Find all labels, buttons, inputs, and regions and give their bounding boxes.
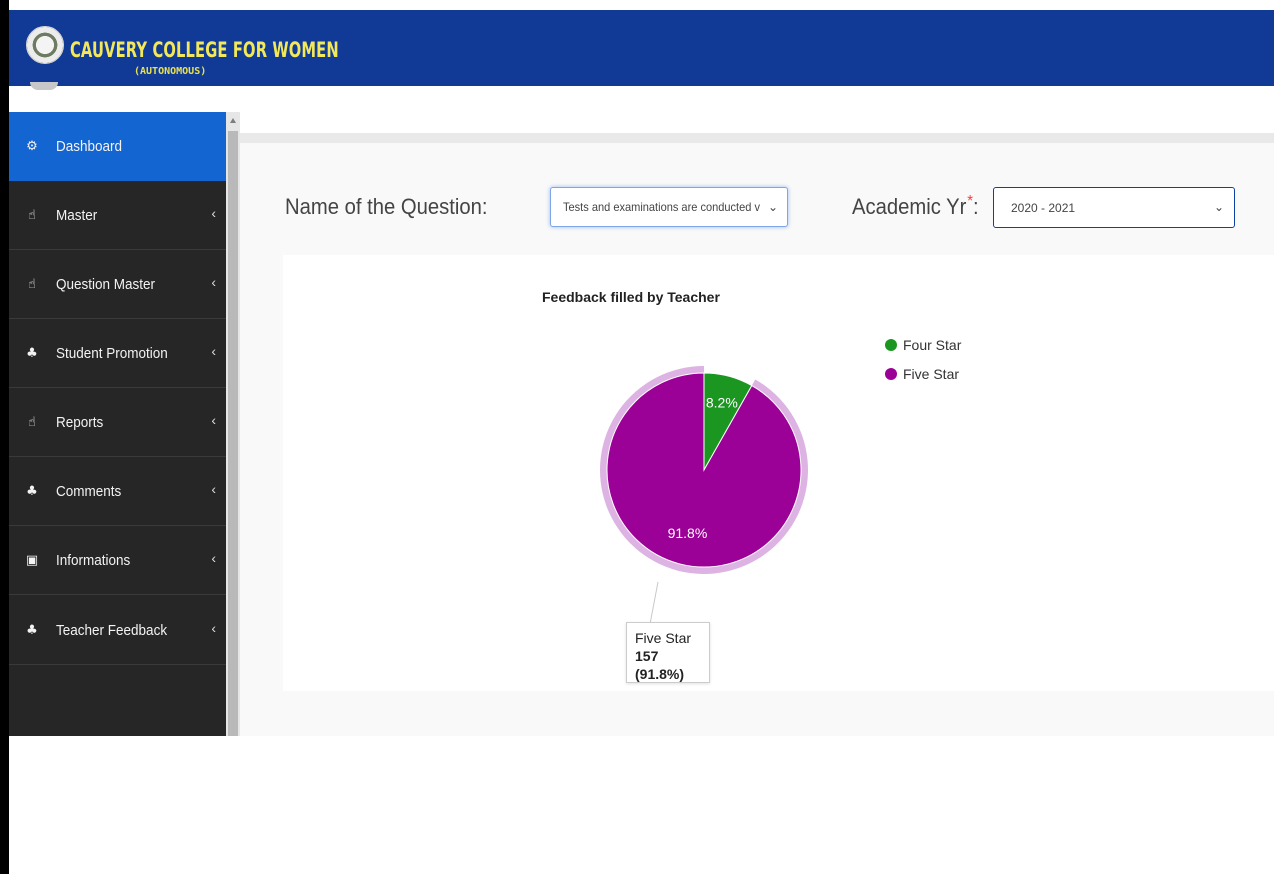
- sidebar-scroll-thumb[interactable]: [228, 131, 238, 736]
- legend-item-five-star[interactable]: Five Star: [885, 365, 959, 383]
- academic-year-value: 2020 - 2021: [1011, 200, 1076, 215]
- legend-swatch-four-star: [885, 339, 897, 351]
- question-label: Name of the Question:: [285, 194, 488, 219]
- college-name: CAUVERY COLLEGE FOR WOMEN: [70, 38, 339, 62]
- legend-label: Four Star: [903, 337, 962, 353]
- sidebar-item-label: Master: [56, 206, 98, 224]
- legend-item-four-star[interactable]: Four Star: [885, 336, 961, 354]
- tooltip-value: 157 (91.8%): [635, 647, 685, 682]
- sidebar-item-label: Teacher Feedback: [56, 621, 168, 639]
- chevron-down-icon: ⌄: [767, 200, 778, 214]
- chart-card: [283, 255, 1274, 691]
- question-select[interactable]: Tests and examinations are conducted v ⌄: [550, 187, 788, 227]
- legend-swatch-five-star: [885, 368, 897, 380]
- chevron-left-icon: ‹: [211, 550, 216, 566]
- chart-tooltip: Five Star 157 (91.8%): [626, 622, 710, 683]
- chevron-left-icon: ‹: [211, 412, 216, 428]
- sidebar-item-informations[interactable]: ▣ Informations ‹: [9, 526, 226, 595]
- left-frame-edge: [0, 0, 9, 874]
- sitemap-icon: ♣: [26, 345, 38, 361]
- chevron-left-icon: ‹: [211, 481, 216, 497]
- sidebar-item-label: Reports: [56, 413, 104, 431]
- college-subtitle: (AUTONOMOUS): [134, 66, 207, 77]
- sidebar-item-master[interactable]: ☝ Master ‹: [9, 181, 226, 250]
- academic-year-label: Academic Yr*:: [852, 193, 979, 220]
- required-marker: *: [967, 193, 974, 210]
- page-bottom-blank: [9, 736, 1274, 874]
- content-divider: [240, 133, 1274, 143]
- chevron-down-icon: ⌄: [1213, 200, 1224, 214]
- chart-title: Feedback filled by Teacher: [542, 289, 720, 305]
- hand-icon: ☝: [28, 207, 36, 223]
- sidebar-item-comments[interactable]: ♣ Comments ‹: [9, 457, 226, 526]
- archive-icon: ▣: [25, 552, 39, 568]
- tooltip-series-name: Five Star: [635, 630, 692, 646]
- chevron-left-icon: ‹: [211, 343, 216, 359]
- chevron-left-icon: ‹: [211, 205, 216, 221]
- hand-icon: ☝: [28, 414, 36, 430]
- chevron-left-icon: ‹: [211, 274, 216, 290]
- college-logo-icon: [26, 26, 64, 64]
- sidebar-item-dashboard[interactable]: ⚙ Dashboard: [9, 112, 226, 181]
- sidebar-item-reports[interactable]: ☝ Reports ‹: [9, 388, 226, 457]
- sidebar-item-label: Dashboard: [56, 138, 123, 155]
- academic-year-label-text: Academic Yr: [852, 194, 967, 219]
- legend-label: Five Star: [903, 366, 960, 382]
- sitemap-icon: ♣: [26, 622, 38, 638]
- scroll-up-icon[interactable]: [230, 118, 236, 123]
- sidebar-item-label: Student Promotion: [56, 344, 168, 362]
- dashboard-icon: ⚙: [26, 139, 38, 154]
- academic-year-select[interactable]: 2020 - 2021 ⌄: [993, 187, 1235, 228]
- sidebar-item-label: Comments: [56, 482, 122, 500]
- logo-ribbon-icon: [30, 82, 58, 90]
- sidebar-item-label: Question Master: [56, 275, 156, 293]
- sitemap-icon: ♣: [26, 483, 38, 499]
- sidebar-item-question-master[interactable]: ☝ Question Master ‹: [9, 250, 226, 319]
- hand-icon: ☝: [28, 276, 36, 292]
- question-select-value: Tests and examinations are conducted v: [563, 200, 760, 214]
- sidebar-item-teacher-feedback[interactable]: ♣ Teacher Feedback ‹: [9, 596, 226, 665]
- sidebar-item-student-promotion[interactable]: ♣ Student Promotion ‹: [9, 319, 226, 388]
- sidebar-item-label: Informations: [56, 551, 131, 569]
- academic-year-label-suffix: :: [973, 194, 979, 219]
- chevron-left-icon: ‹: [211, 620, 216, 636]
